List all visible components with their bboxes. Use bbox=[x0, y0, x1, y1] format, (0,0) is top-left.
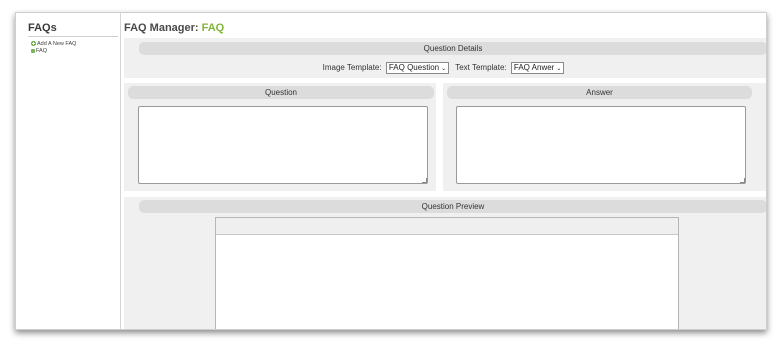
sidebar-divider bbox=[28, 36, 118, 37]
question-textarea[interactable] bbox=[138, 106, 428, 184]
question-panel: Question bbox=[124, 83, 436, 191]
answer-textarea[interactable] bbox=[456, 106, 746, 184]
resize-grip-icon[interactable] bbox=[740, 178, 745, 183]
page-title-accent: FAQ bbox=[201, 22, 225, 34]
question-header: Question bbox=[128, 86, 434, 99]
question-preview-header: Question Preview bbox=[139, 200, 766, 213]
faq-doc-icon bbox=[31, 48, 35, 53]
chevron-down-icon: ⌄ bbox=[556, 65, 562, 72]
text-template-select[interactable]: FAQ Anwer ⌄ bbox=[510, 61, 565, 74]
question-preview-panel: Question Preview bbox=[124, 197, 766, 329]
text-template-label: Text Template: bbox=[455, 63, 507, 72]
question-details-header: Question Details bbox=[139, 42, 766, 55]
image-template-select[interactable]: FAQ Question ⌄ bbox=[385, 61, 450, 74]
sidebar-item-add-faq[interactable]: Add A New FAQ bbox=[31, 41, 76, 48]
preview-canvas bbox=[216, 234, 678, 329]
image-template-value: FAQ Question bbox=[388, 62, 440, 72]
answer-header: Answer bbox=[447, 86, 752, 99]
page-title: FAQ Manager: FAQ bbox=[124, 22, 224, 34]
sidebar: FAQs Add A New FAQ FAQ bbox=[16, 13, 121, 329]
app-window: FAQs Add A New FAQ FAQ FAQ Manager: FAQ Q… bbox=[15, 12, 767, 330]
template-row: Image Template: FAQ Question ⌄ Text Templ… bbox=[124, 61, 766, 74]
resize-grip-icon[interactable] bbox=[422, 178, 427, 183]
sidebar-item-label: FAQ bbox=[36, 48, 48, 54]
answer-panel: Answer bbox=[443, 83, 766, 191]
page-title-text: FAQ Manager: bbox=[124, 22, 199, 34]
question-details-panel: Question Details Image Template: FAQ Que… bbox=[124, 38, 766, 78]
sidebar-title: FAQs bbox=[28, 22, 57, 34]
sidebar-item-label: Add A New FAQ bbox=[37, 41, 77, 47]
image-template-label: Image Template: bbox=[322, 63, 382, 72]
chevron-down-icon: ⌄ bbox=[441, 65, 447, 72]
sidebar-item-faq[interactable]: FAQ bbox=[31, 48, 47, 55]
text-template-value: FAQ Anwer bbox=[513, 62, 555, 72]
add-icon bbox=[31, 41, 36, 47]
preview-frame bbox=[215, 217, 679, 329]
